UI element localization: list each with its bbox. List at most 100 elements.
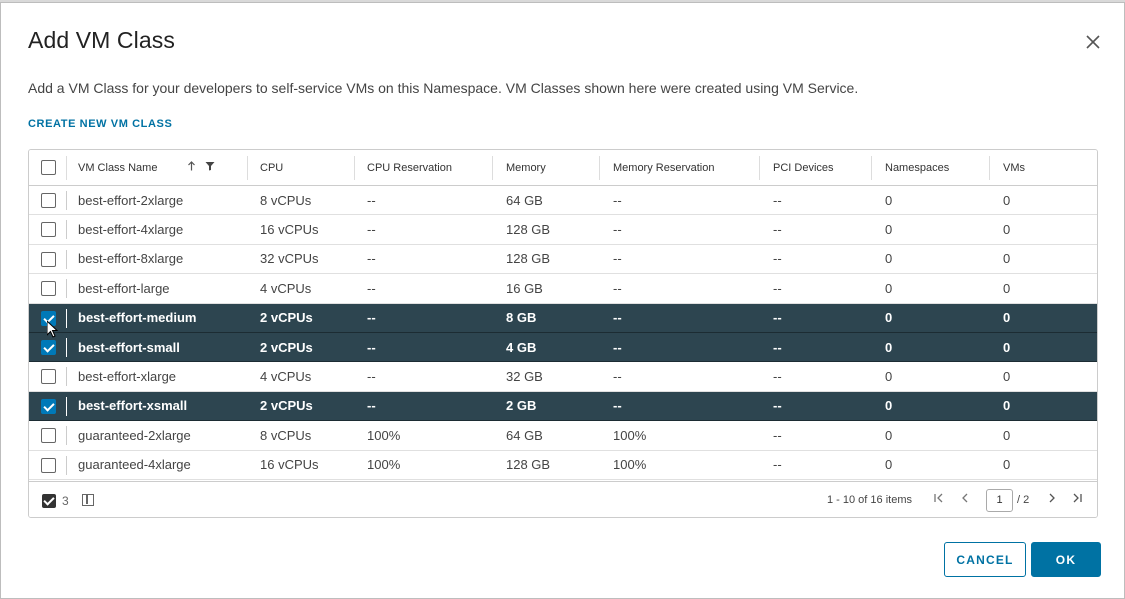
cell-pci-devices: -- bbox=[773, 192, 782, 208]
cell-memory: 128 GB bbox=[506, 457, 551, 473]
table-row[interactable]: guaranteed-2xlarge 8 vCPUs 100% 64 GB 100% --… bbox=[29, 421, 1097, 451]
cell-memory-reservation: -- bbox=[613, 310, 622, 326]
table-row[interactable]: best-effort-small 2 vCPUs -- 4 GB -- -- 0 0 bbox=[29, 333, 1097, 363]
previous-page-icon[interactable] bbox=[960, 491, 970, 509]
filter-icon[interactable] bbox=[205, 161, 215, 174]
row-checkbox[interactable] bbox=[41, 193, 56, 208]
cell-vm-class-name: best-effort-8xlarge bbox=[78, 251, 184, 267]
column-header-pci-devices[interactable]: PCI Devices bbox=[773, 150, 834, 185]
table-row[interactable]: best-effort-xsmall 2 vCPUs -- 2 GB -- -- 0 0 bbox=[29, 391, 1097, 422]
table-row[interactable]: best-effort-2xlarge 8 vCPUs -- 64 GB -- -- 0 0 bbox=[29, 186, 1097, 216]
row-checkbox[interactable] bbox=[41, 428, 56, 444]
column-separator bbox=[66, 156, 67, 180]
row-separator bbox=[66, 308, 67, 328]
cell-cpu: 4 vCPUs bbox=[260, 369, 312, 385]
cell-pci-devices: -- bbox=[773, 427, 782, 443]
column-header-vms[interactable]: VMs bbox=[1003, 150, 1025, 185]
add-vm-class-dialog: Add VM Class Add a VM Class for your dev… bbox=[0, 2, 1125, 599]
row-checkbox[interactable] bbox=[41, 281, 56, 297]
cell-vm-class-name: best-effort-xsmall bbox=[78, 398, 188, 414]
row-checkbox[interactable] bbox=[41, 369, 56, 385]
column-header-memory-reservation[interactable]: Memory Reservation bbox=[613, 150, 714, 185]
cell-pci-devices: -- bbox=[773, 222, 782, 238]
cell-namespaces: 0 bbox=[885, 457, 893, 473]
column-toggle-icon[interactable] bbox=[82, 494, 94, 506]
table-row[interactable]: best-effort-xlarge 4 vCPUs -- 32 GB -- -- 0 0 bbox=[29, 362, 1097, 392]
cell-vms: 0 bbox=[1003, 251, 1011, 267]
cell-memory: 16 GB bbox=[506, 280, 543, 296]
cell-cpu-reservation: -- bbox=[367, 369, 376, 385]
row-checkbox[interactable] bbox=[41, 251, 56, 267]
cell-memory: 32 GB bbox=[506, 369, 543, 385]
row-separator bbox=[66, 249, 67, 269]
column-header-memory[interactable]: Memory bbox=[506, 150, 546, 185]
cell-namespaces: 0 bbox=[885, 310, 893, 326]
ok-button[interactable]: OK bbox=[1031, 542, 1101, 577]
row-checkbox[interactable] bbox=[41, 222, 56, 238]
cell-memory: 128 GB bbox=[506, 222, 551, 238]
sort-ascending-icon[interactable] bbox=[187, 161, 196, 174]
cell-cpu-reservation: -- bbox=[367, 310, 376, 326]
create-new-vm-class-link[interactable]: CREATE NEW VM CLASS bbox=[28, 118, 172, 130]
cell-vm-class-name: best-effort-2xlarge bbox=[78, 192, 184, 208]
cancel-button[interactable]: CANCEL bbox=[944, 542, 1026, 577]
cell-cpu: 4 vCPUs bbox=[260, 280, 312, 296]
table-row[interactable]: guaranteed-4xlarge 16 vCPUs 100% 128 GB 100%… bbox=[29, 451, 1097, 480]
column-header-label: VM Class Name bbox=[78, 161, 158, 174]
page-number-input[interactable]: 1 bbox=[986, 489, 1013, 512]
column-header-namespaces[interactable]: Namespaces bbox=[885, 150, 949, 185]
cell-vms: 0 bbox=[1003, 427, 1011, 443]
next-page-icon[interactable] bbox=[1047, 491, 1057, 509]
table-row[interactable]: best-effort-large 4 vCPUs -- 16 GB -- -- 0 0 bbox=[29, 274, 1097, 304]
cell-cpu-reservation: -- bbox=[367, 251, 376, 267]
cell-vms: 0 bbox=[1003, 310, 1011, 326]
cell-namespaces: 0 bbox=[885, 427, 893, 443]
cell-namespaces: 0 bbox=[885, 222, 893, 238]
row-separator bbox=[66, 426, 67, 446]
last-page-icon[interactable] bbox=[1071, 491, 1083, 509]
cell-pci-devices: -- bbox=[773, 251, 782, 267]
cell-cpu-reservation: -- bbox=[367, 398, 376, 414]
cell-memory-reservation: 100% bbox=[613, 457, 647, 473]
cell-pci-devices: -- bbox=[773, 310, 782, 326]
row-checkbox[interactable] bbox=[41, 457, 56, 473]
cell-memory-reservation: -- bbox=[613, 192, 622, 208]
first-page-icon[interactable] bbox=[933, 491, 945, 509]
cell-cpu: 16 vCPUs bbox=[260, 222, 319, 238]
cell-vms: 0 bbox=[1003, 457, 1011, 473]
cell-vm-class-name: best-effort-small bbox=[78, 339, 180, 355]
table-row[interactable]: best-effort-medium 2 vCPUs -- 8 GB -- -- 0 0 bbox=[29, 303, 1097, 333]
row-separator bbox=[66, 396, 67, 416]
column-separator bbox=[989, 156, 990, 180]
table-header: VM Class Name CPU CPU Reservation Memory… bbox=[29, 150, 1097, 186]
cell-vm-class-name: guaranteed-2xlarge bbox=[78, 427, 191, 443]
vm-class-datagrid: VM Class Name CPU CPU Reservation Memory… bbox=[28, 149, 1098, 518]
cell-memory-reservation: -- bbox=[613, 222, 622, 238]
select-all-checkbox[interactable] bbox=[41, 160, 56, 175]
row-checkbox[interactable] bbox=[41, 398, 56, 414]
column-separator bbox=[759, 156, 760, 180]
cell-namespaces: 0 bbox=[885, 192, 893, 208]
cell-cpu: 8 vCPUs bbox=[260, 427, 312, 443]
cell-cpu: 2 vCPUs bbox=[260, 339, 313, 355]
cell-memory: 8 GB bbox=[506, 310, 537, 326]
cell-cpu: 16 vCPUs bbox=[260, 457, 319, 473]
cell-memory: 2 GB bbox=[506, 398, 537, 414]
column-separator bbox=[247, 156, 248, 180]
table-row[interactable]: best-effort-4xlarge 16 vCPUs -- 128 GB -- -- 0… bbox=[29, 215, 1097, 245]
cell-memory-reservation: -- bbox=[613, 280, 622, 296]
column-header-cpu[interactable]: CPU bbox=[260, 150, 283, 185]
selection-count: 3 bbox=[62, 494, 69, 508]
cell-vms: 0 bbox=[1003, 192, 1011, 208]
row-separator bbox=[66, 455, 67, 475]
cell-pci-devices: -- bbox=[773, 339, 782, 355]
cell-vms: 0 bbox=[1003, 369, 1011, 385]
close-icon[interactable] bbox=[1083, 32, 1103, 52]
column-header-vm-class-name[interactable]: VM Class Name bbox=[78, 150, 215, 185]
cell-cpu: 2 vCPUs bbox=[260, 310, 313, 326]
table-footer: 3 1 - 10 of 16 items 1 / 2 bbox=[29, 481, 1097, 517]
page-total: / 2 bbox=[1017, 494, 1030, 506]
row-checkbox[interactable] bbox=[41, 340, 56, 355]
table-row[interactable]: best-effort-8xlarge 32 vCPUs -- 128 GB -- -- 0… bbox=[29, 245, 1097, 275]
column-header-cpu-reservation[interactable]: CPU Reservation bbox=[367, 150, 452, 185]
